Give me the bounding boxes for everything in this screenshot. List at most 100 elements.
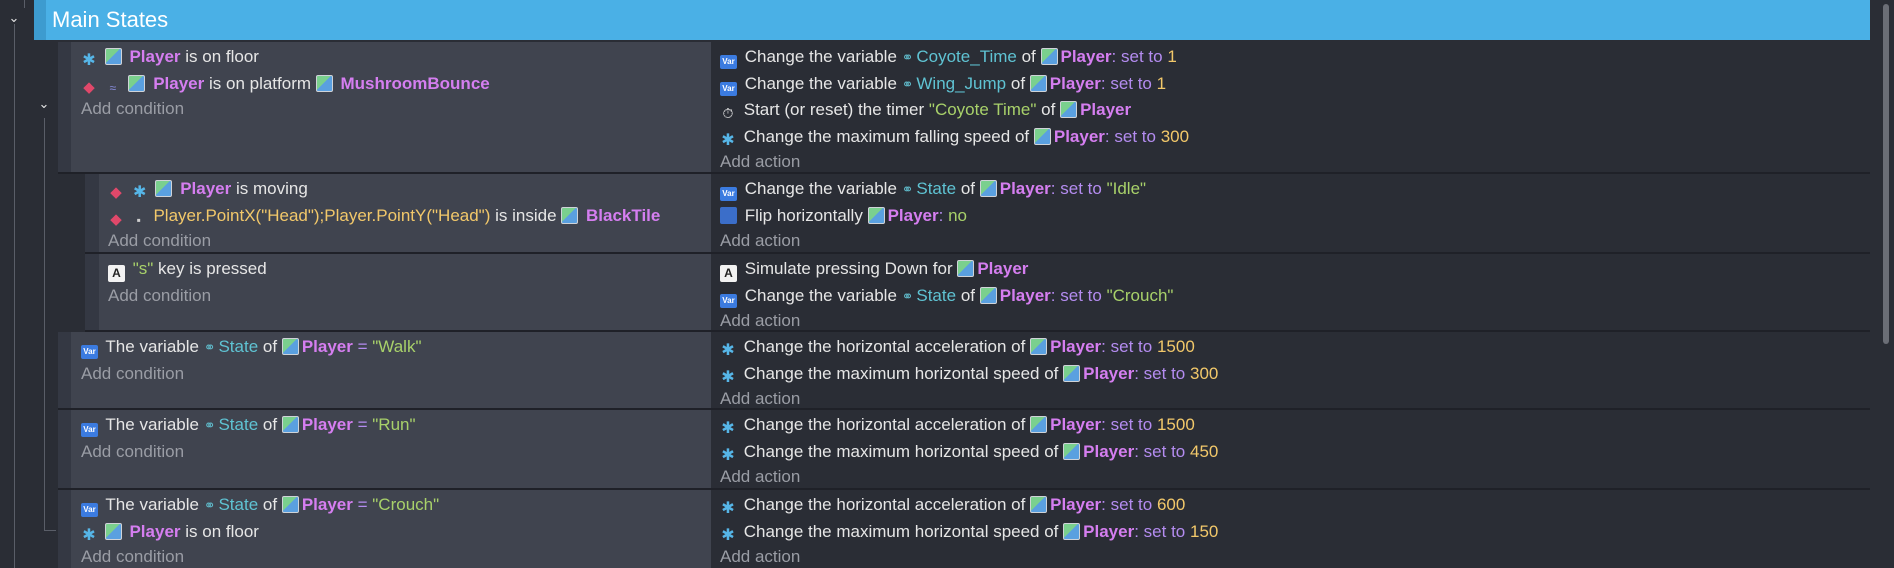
object-name: Player bbox=[180, 179, 232, 198]
value-text: 450 bbox=[1190, 442, 1219, 461]
operator-text: set to bbox=[1143, 522, 1186, 541]
action-row[interactable]: ✱ Change the horizontal acceleration of … bbox=[720, 492, 1185, 518]
action-text: : bbox=[1134, 442, 1139, 461]
action-text: : bbox=[1050, 286, 1056, 305]
action-row[interactable]: Var Change the variable ⚭ Coyote_Time of … bbox=[720, 44, 1177, 70]
condition-row[interactable]: ✱ Player is on floor bbox=[81, 519, 259, 545]
actions-panel[interactable]: ✱ Change the horizontal acceleration of … bbox=[712, 410, 1852, 490]
keyboard-icon: A bbox=[108, 265, 125, 282]
action-row[interactable]: Flip horizontally Player: no bbox=[720, 203, 967, 229]
object-variable-icon: ⚭ bbox=[901, 49, 914, 65]
object-name: Player bbox=[1050, 415, 1102, 434]
add-action-link[interactable]: Add action bbox=[720, 464, 800, 490]
condition-text: of bbox=[262, 415, 278, 434]
add-action-link[interactable]: Add action bbox=[720, 544, 800, 568]
conditions-panel[interactable]: ✱ Player is on floor ◆ ≈ Player is on pl… bbox=[71, 42, 712, 174]
add-condition-link[interactable]: Add condition bbox=[108, 228, 211, 254]
event-row[interactable]: Var The variable ⚭ State of Player = "Run… bbox=[58, 410, 1870, 490]
action-row[interactable]: ✱ Change the maximum falling speed of Pl… bbox=[720, 124, 1189, 150]
conditions-panel[interactable]: A "s" key is pressed Add condition bbox=[99, 254, 712, 332]
action-text: : bbox=[938, 206, 944, 225]
conditions-panel[interactable]: Var The variable ⚭ State of Player = "Cro… bbox=[71, 490, 712, 568]
actions-panel[interactable]: Var Change the variable ⚭ Coyote_Time of … bbox=[712, 42, 1852, 174]
add-action-link[interactable]: Add action bbox=[720, 228, 800, 254]
event-row[interactable]: Var The variable ⚭ State of Player = "Wal… bbox=[58, 332, 1870, 410]
conditions-panel[interactable]: Var The variable ⚭ State of Player = "Run… bbox=[71, 410, 712, 490]
event-row[interactable]: Var The variable ⚭ State of Player = "Cro… bbox=[58, 490, 1870, 568]
condition-text: The variable bbox=[105, 415, 199, 434]
object-variable-icon: ⚭ bbox=[901, 76, 914, 92]
condition-row[interactable]: ◆ ≈ Player is on platform MushroomBounce bbox=[81, 71, 490, 97]
action-row[interactable]: Var Change the variable ⚭ State of Player… bbox=[720, 283, 1173, 309]
add-condition-link[interactable]: Add condition bbox=[81, 544, 184, 568]
condition-row[interactable]: ◆ ✱ Player is moving bbox=[108, 176, 308, 202]
scrollbar-thumb[interactable] bbox=[1883, 4, 1889, 344]
condition-row[interactable]: Var The variable ⚭ State of Player = "Cro… bbox=[81, 492, 439, 518]
condition-row[interactable]: ◆ ▪ Player.PointX("Head");Player.PointY(… bbox=[108, 203, 660, 229]
player-sprite-icon bbox=[155, 180, 173, 197]
add-condition-link[interactable]: Add condition bbox=[81, 439, 184, 465]
action-row[interactable]: ✱ Change the maximum horizontal speed of… bbox=[720, 361, 1218, 387]
group-header-main-states[interactable]: Main States bbox=[46, 0, 1870, 40]
sub-event-row[interactable]: ◆ ✱ Player is moving ◆ ▪ Player.PointX("… bbox=[85, 174, 1870, 254]
action-row[interactable]: ✱ Change the horizontal acceleration of … bbox=[720, 412, 1194, 438]
event-indent bbox=[58, 490, 71, 568]
action-text: : bbox=[1100, 74, 1106, 93]
condition-row[interactable]: A "s" key is pressed bbox=[108, 256, 267, 282]
value-text: 1500 bbox=[1156, 337, 1195, 356]
add-condition-link[interactable]: Add condition bbox=[81, 96, 184, 122]
jump-behavior-icon: ≈ bbox=[109, 81, 117, 95]
condition-row[interactable]: Var The variable ⚭ State of Player = "Wal… bbox=[81, 334, 421, 360]
collapse-group-chevron-icon[interactable]: ⌄ bbox=[4, 8, 24, 28]
add-condition-link[interactable]: Add condition bbox=[108, 283, 211, 309]
action-row[interactable]: Var Change the variable ⚭ Wing_Jump of Pl… bbox=[720, 71, 1166, 97]
event-row[interactable]: ✱ Player is on floor ◆ ≈ Player is on pl… bbox=[58, 42, 1870, 174]
player-sprite-icon bbox=[1030, 496, 1048, 513]
value-text: 300 bbox=[1160, 127, 1190, 146]
action-row[interactable]: ✱ Change the horizontal acceleration of … bbox=[720, 334, 1195, 360]
action-text: of bbox=[960, 286, 975, 305]
collapse-event-chevron-icon[interactable]: ⌄ bbox=[34, 94, 54, 114]
platformer-behavior-icon: ✱ bbox=[82, 52, 96, 69]
action-row[interactable]: ✱ Change the maximum horizontal speed of… bbox=[720, 519, 1218, 545]
value-text: "Idle" bbox=[1106, 179, 1147, 198]
condition-text: The variable bbox=[105, 337, 199, 356]
player-sprite-icon bbox=[979, 180, 997, 197]
timer-icon: ⏱ bbox=[722, 105, 734, 121]
player-sprite-icon bbox=[867, 207, 885, 224]
variable-name: State bbox=[916, 286, 957, 305]
operator-text: set to bbox=[1110, 415, 1153, 434]
action-row[interactable]: A Simulate pressing Down for Player bbox=[720, 256, 1028, 282]
object-variable-icon: ⚭ bbox=[901, 181, 914, 197]
player-sprite-icon bbox=[957, 260, 975, 277]
vertical-scrollbar[interactable] bbox=[1876, 0, 1894, 568]
actions-panel[interactable]: ✱ Change the horizontal acceleration of … bbox=[712, 332, 1852, 410]
actions-panel[interactable]: ✱ Change the horizontal acceleration of … bbox=[712, 490, 1852, 568]
action-row[interactable]: ⏱ Start (or reset) the timer "Coyote Tim… bbox=[720, 97, 1132, 123]
sub-event-row[interactable]: A "s" key is pressed Add condition A Sim… bbox=[85, 254, 1870, 332]
add-condition-link[interactable]: Add condition bbox=[81, 361, 184, 387]
actions-panel[interactable]: Var Change the variable ⚭ State of Player… bbox=[712, 174, 1852, 254]
object-name: Player bbox=[999, 286, 1051, 305]
conditions-panel[interactable]: ◆ ✱ Player is moving ◆ ▪ Player.PointX("… bbox=[99, 174, 712, 254]
condition-text: of bbox=[262, 337, 278, 356]
action-row[interactable]: ✱ Change the maximum horizontal speed of… bbox=[720, 439, 1218, 465]
action-row[interactable]: Var Change the variable ⚭ State of Player… bbox=[720, 176, 1146, 202]
event-indent bbox=[58, 410, 71, 490]
operator-text: = bbox=[357, 337, 368, 356]
action-text: : bbox=[1101, 495, 1106, 514]
condition-row[interactable]: ✱ Player is on floor bbox=[81, 44, 259, 70]
object-name: Player bbox=[887, 206, 939, 225]
action-text: Change the maximum horizontal speed of bbox=[743, 364, 1059, 383]
platformer-behavior-icon: ✱ bbox=[721, 527, 735, 544]
condition-row[interactable]: Var The variable ⚭ State of Player = "Run… bbox=[81, 412, 416, 438]
actions-panel[interactable]: A Simulate pressing Down for Player Var … bbox=[712, 254, 1852, 332]
variable-icon: Var bbox=[720, 187, 737, 201]
conditions-panel[interactable]: Var The variable ⚭ State of Player = "Wal… bbox=[71, 332, 712, 410]
object-name: Player bbox=[301, 415, 353, 434]
action-text: Change the maximum horizontal speed of bbox=[743, 442, 1059, 461]
platformer-behavior-icon: ✱ bbox=[721, 500, 735, 517]
action-text: Change the variable bbox=[744, 74, 897, 93]
object-name: Player bbox=[153, 74, 205, 93]
operator-text: set to bbox=[1110, 337, 1153, 356]
